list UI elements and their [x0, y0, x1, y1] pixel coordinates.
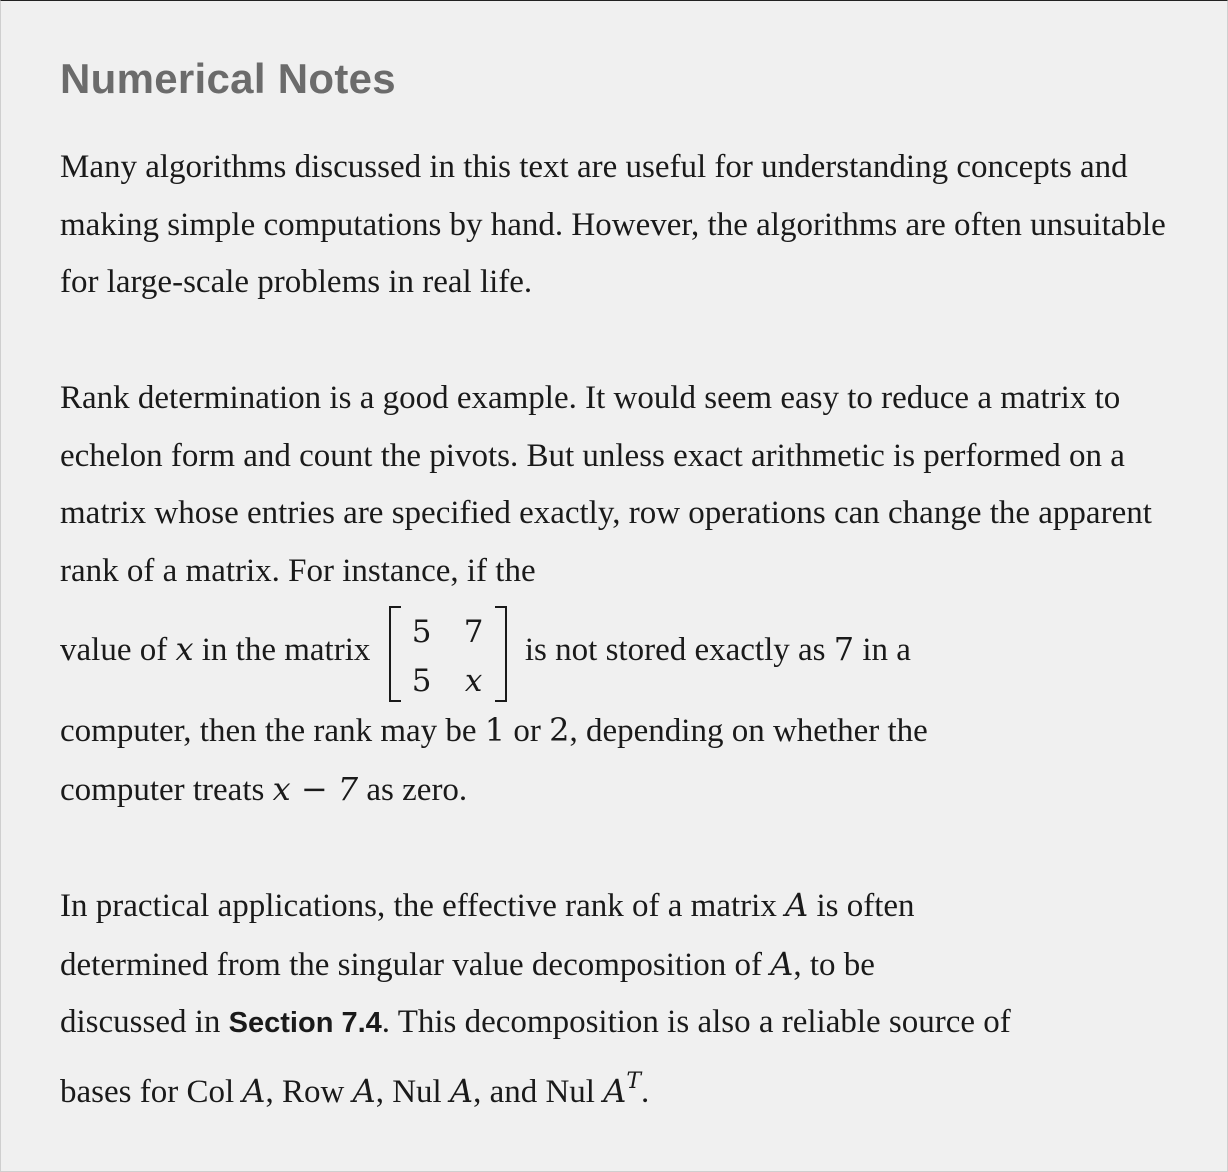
- matrix-right-bracket: [494, 606, 507, 703]
- math-A: A: [785, 886, 809, 924]
- matrix-left-bracket: [388, 606, 401, 703]
- text-fragment: or: [505, 712, 550, 749]
- text-fragment: bases for Col: [60, 1074, 243, 1111]
- text-fragment: and Nul: [489, 1074, 604, 1111]
- text-fragment: Nul: [392, 1074, 450, 1111]
- text-fragment: .: [641, 1074, 650, 1111]
- math-A: A: [242, 1072, 266, 1111]
- math-A: A: [770, 944, 794, 983]
- text-fragment: value of: [60, 631, 176, 668]
- matrix-cell-22: x: [464, 663, 483, 700]
- math-x-minus-7: x − 7: [272, 769, 359, 808]
- matrix-cell-21: 5: [411, 663, 432, 700]
- text-fragment: ,: [375, 1074, 393, 1111]
- text-fragment: as zero.: [358, 771, 468, 808]
- math-two: 2: [549, 710, 570, 749]
- math-one: 1: [484, 710, 506, 749]
- math-A: A: [449, 1072, 474, 1111]
- text-fragment: is often: [808, 888, 915, 924]
- math-A: A: [603, 1072, 627, 1111]
- text-fragment: , depending on whether the: [569, 712, 928, 749]
- math-transpose-superscript: T: [626, 1069, 642, 1095]
- section-heading: Numerical Notes: [60, 55, 396, 102]
- svd-line-4: bases for Col A, Row A, Nul A, and Nul A…: [60, 1053, 1180, 1122]
- section-reference: Section 7.4: [228, 1007, 382, 1040]
- paragraph-rank-example: Rank determination is a good example. It…: [60, 370, 1180, 819]
- text-fragment: ,: [473, 1074, 490, 1111]
- matrix-2x2: 5 7 5 x: [388, 604, 507, 703]
- rank-example-text: Rank determination is a good example. It…: [60, 380, 1152, 590]
- text-fragment: in a: [854, 631, 911, 668]
- svd-line-1: In practical applications, the effective…: [60, 877, 1180, 936]
- text-fragment: In practical applications, the effective…: [60, 888, 786, 924]
- text-fragment: ,: [265, 1074, 282, 1111]
- rank-line: computer, then the rank may be 1 or 2, d…: [60, 702, 1180, 761]
- text-fragment: computer treats: [60, 771, 273, 808]
- text-fragment: computer, then the rank may be: [60, 712, 485, 749]
- svd-line-2: determined from the singular value decom…: [60, 936, 1180, 995]
- math-seven: 7: [833, 629, 855, 668]
- text-fragment: , to be: [793, 946, 875, 983]
- text-fragment: . This decomposition is also a reliable …: [381, 1004, 1011, 1041]
- math-A: A: [352, 1072, 376, 1111]
- zero-line: computer treats x − 7 as zero.: [60, 761, 1180, 820]
- paragraph-intro: Many algorithms discussed in this text a…: [60, 149, 1166, 301]
- math-x: x: [175, 629, 194, 668]
- text-fragment: in the matrix: [193, 631, 371, 668]
- text-fragment: determined from the singular value decom…: [60, 946, 771, 983]
- matrix-cell-11: 5: [411, 614, 432, 651]
- text-fragment: is not stored exactly as: [524, 631, 834, 668]
- text-fragment: Row: [282, 1074, 353, 1111]
- paragraph-svd: In practical applications, the effective…: [60, 877, 1180, 1122]
- numerical-notes-card: Numerical Notes Many algorithms discusse…: [0, 0, 1228, 1172]
- text-fragment: discussed in: [60, 1004, 229, 1041]
- matrix-cell-12: 7: [463, 614, 484, 651]
- matrix-line: value of x in the matrix 5 7 5 x is not …: [60, 601, 1180, 703]
- svd-line-3: discussed in Section 7.4. This decomposi…: [60, 994, 1180, 1053]
